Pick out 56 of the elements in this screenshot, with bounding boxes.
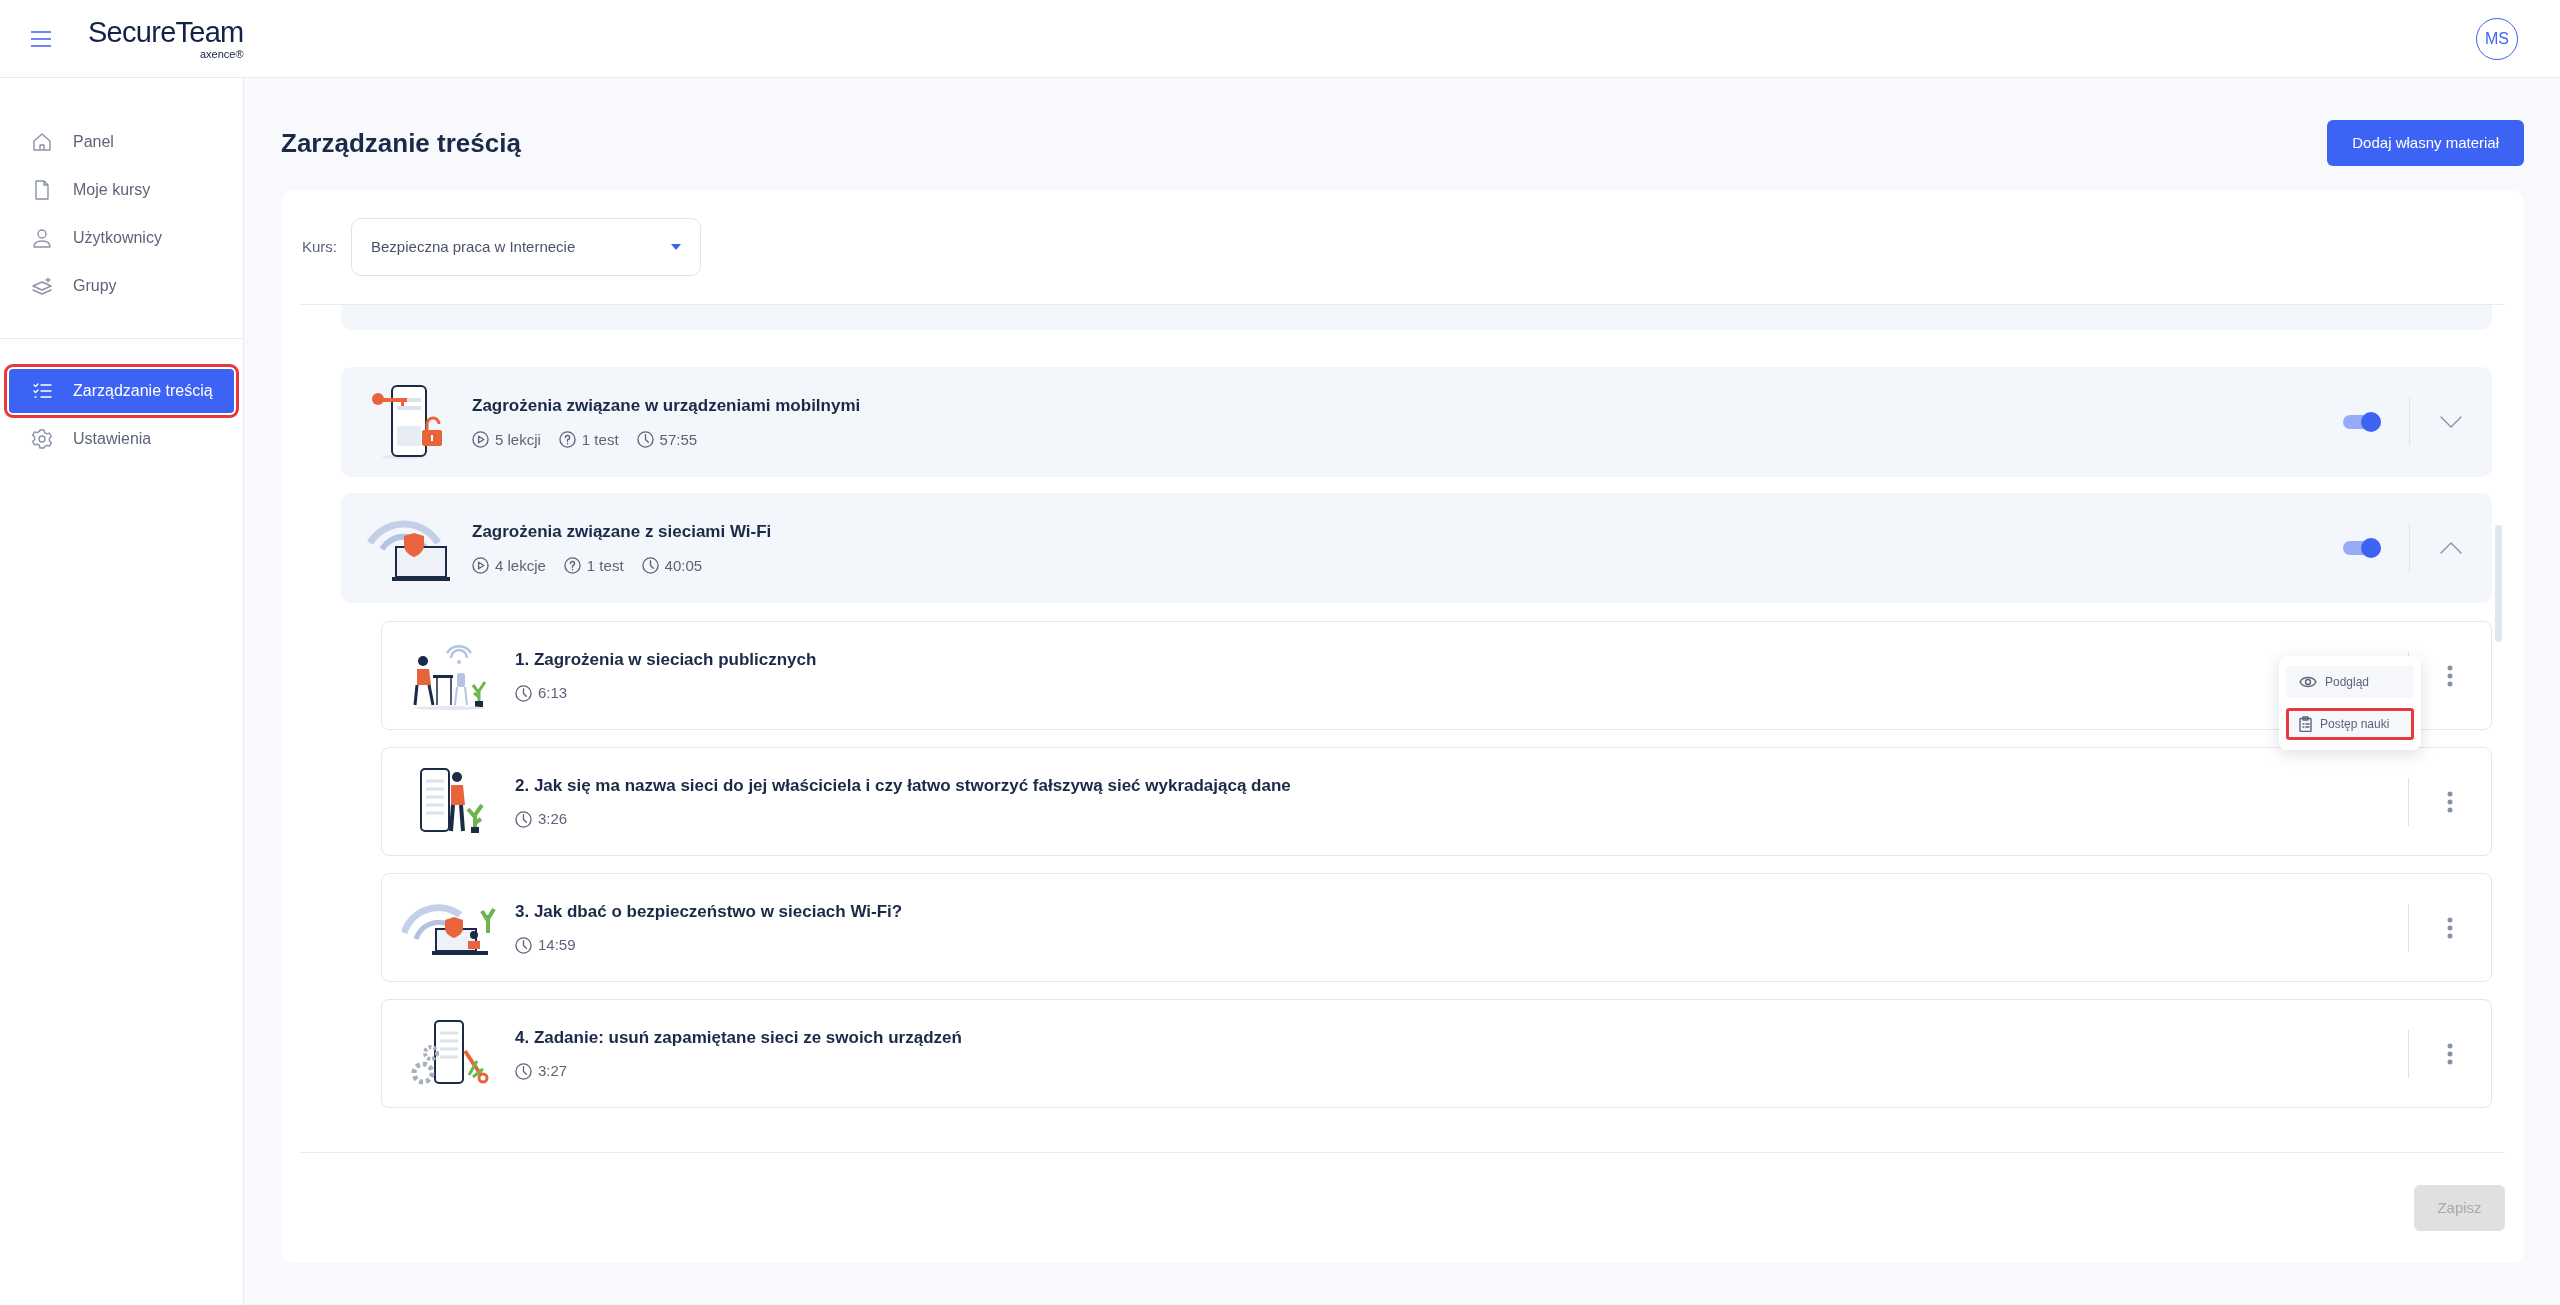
menu-icon[interactable] (30, 30, 52, 47)
lesson-title: 1. Zagrożenia w sieciach publicznych (515, 648, 818, 671)
clock-icon (641, 557, 659, 575)
lesson-duration: 3:27 (538, 1061, 568, 1081)
more-options-icon[interactable] (2447, 1042, 2453, 1065)
sidebar-item[interactable]: Panel (9, 120, 234, 164)
lesson-count: 4 lekcje (495, 555, 546, 576)
course-label: Kurs: (302, 236, 337, 257)
dropdown-caret-icon (671, 244, 681, 250)
logo-subtext: axence® (200, 48, 244, 60)
clock-icon (636, 431, 654, 449)
clock-icon (515, 810, 532, 828)
module-duration: 57:55 (659, 429, 698, 450)
toggle-switch[interactable] (2343, 412, 2381, 432)
page-title: Zarządzanie treścią (281, 126, 521, 160)
more-options-icon[interactable] (2447, 664, 2453, 687)
lesson-duration: 3:26 (538, 809, 568, 829)
question-icon (563, 557, 581, 575)
home-icon (31, 131, 53, 153)
more-options-icon[interactable] (2447, 790, 2453, 813)
sidebar-item[interactable]: Użytkownicy (9, 216, 234, 260)
test-count: 1 test (581, 429, 619, 450)
layers-icon (31, 275, 53, 297)
clock-icon (515, 1062, 532, 1080)
sidebar-item[interactable]: Ustawienia (9, 417, 234, 461)
course-select[interactable]: Bezpieczna praca w Internecie (351, 218, 701, 276)
play-icon (472, 557, 489, 575)
lesson-title: 3. Jak dbać o bezpieczeństwo w sieciach Wi-Fi? (515, 900, 904, 923)
module-duration: 40:05 (664, 555, 703, 576)
clock-icon (515, 684, 532, 702)
lesson-title: 4. Zadanie: usuń zapamiętane sieci ze swoich urządzeń (515, 1026, 963, 1049)
module-title: Zagrożenia związane z sieciami Wi-Fi (472, 521, 773, 543)
test-count: 1 test (586, 555, 624, 576)
clipboard-icon (2299, 716, 2312, 732)
user-icon (31, 227, 53, 249)
menu-item[interactable]: Podgląd (2286, 666, 2414, 698)
logo-text: SecureTeam (88, 17, 244, 47)
eye-icon (2299, 676, 2317, 688)
clock-icon (515, 936, 532, 954)
play-icon (472, 431, 489, 449)
toggle-switch[interactable] (2343, 538, 2381, 558)
lesson-duration: 6:13 (538, 683, 568, 703)
lesson-count: 5 lekcji (495, 429, 541, 450)
sidebar-item[interactable]: Grupy (9, 264, 234, 308)
lesson-title: 2. Jak się ma nazwa sieci do jej właściciela i czy łatwo stworzyć fałszywą sieć wykradającą dane (515, 774, 1292, 797)
lesson-duration: 14:59 (538, 935, 576, 955)
settings-icon (31, 428, 53, 450)
add-material-button[interactable]: Dodaj własny materiał (2327, 120, 2524, 166)
module-title: Zagrożenia związane w urządzeniami mobilnymi (472, 395, 862, 417)
more-options-icon[interactable] (2447, 916, 2453, 939)
question-icon (558, 431, 576, 449)
sidebar-item[interactable]: Moje kursy (9, 168, 234, 212)
chevron-down-icon[interactable] (2440, 416, 2462, 428)
scrollbar[interactable] (2495, 525, 2502, 642)
menu-item[interactable]: Postęp nauki (2286, 708, 2414, 740)
chevron-up-icon[interactable] (2440, 542, 2462, 554)
